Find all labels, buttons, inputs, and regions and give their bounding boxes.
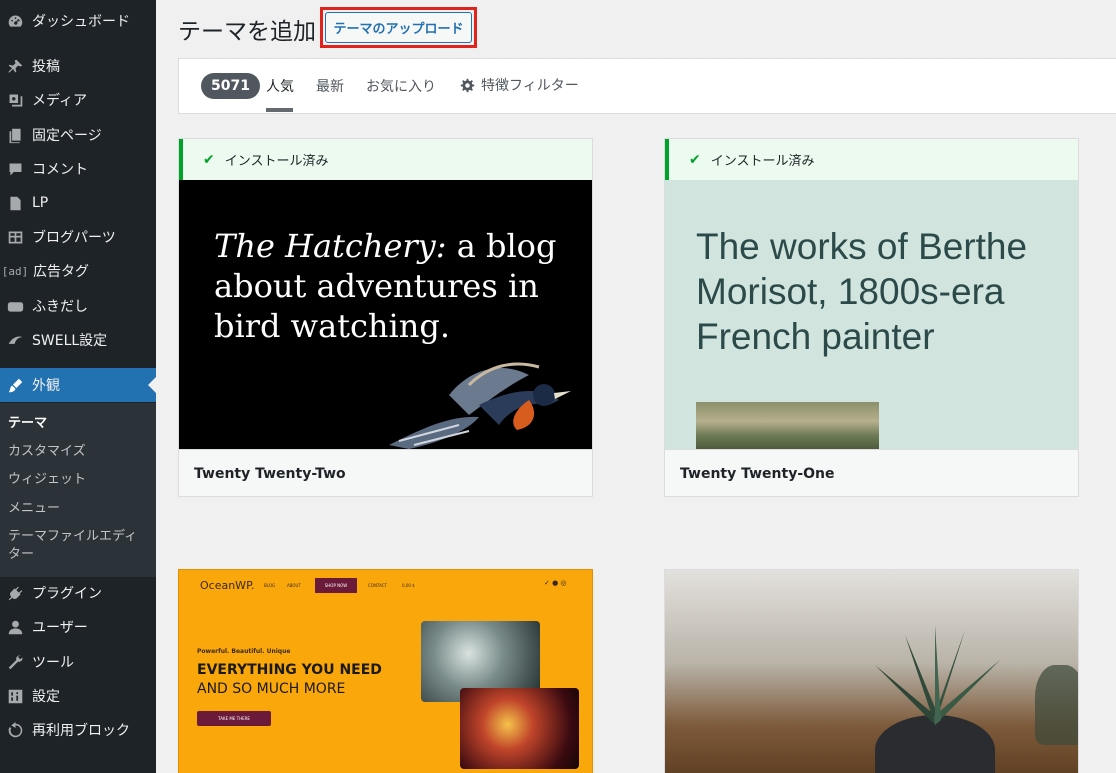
- feature-filter-button[interactable]: 特徴フィルター: [460, 75, 579, 95]
- submenu-item-theme-file-editor[interactable]: テーマファイルエディター: [8, 528, 150, 564]
- sidebar-item-label: ふきだし: [32, 299, 88, 315]
- sidebar-item-label: 投稿: [32, 59, 60, 75]
- comment-icon: [5, 159, 25, 179]
- settings-icon: [5, 686, 25, 706]
- ad-icon: [ad]: [1, 264, 29, 278]
- sidebar-item-posts[interactable]: 投稿: [0, 49, 156, 83]
- reuse-icon: [5, 720, 25, 740]
- sidebar-item-media[interactable]: メディア: [0, 83, 156, 117]
- sidebar-item-label: SWELL設定: [32, 333, 108, 349]
- sidebar-item-settings[interactable]: 設定: [0, 679, 156, 713]
- bird-illustration: [389, 362, 571, 449]
- theme-card-plant-photo[interactable]: [664, 569, 1079, 773]
- theme-card-twenty-twenty-one[interactable]: ✔ インストール済み The works of Berthe Morisot, …: [664, 138, 1079, 497]
- tab-latest[interactable]: 最新: [316, 76, 344, 96]
- submenu-item-customize[interactable]: カスタマイズ: [8, 443, 150, 461]
- theme-screenshot: The Hatchery: a blog about adventures in…: [179, 180, 592, 449]
- grid-icon: [5, 227, 25, 247]
- sidebar-item-tools[interactable]: ツール: [0, 645, 156, 679]
- theme-count-badge: 5071: [201, 73, 260, 99]
- sidebar-item-label: 再利用ブロック: [32, 723, 130, 739]
- preview-text: The Hatchery: a blog about adventures in…: [214, 227, 557, 345]
- upload-theme-button[interactable]: テーマのアップロード: [325, 12, 472, 43]
- tab-popular[interactable]: 人気: [266, 76, 294, 96]
- installed-notice: ✔ インストール済み: [179, 139, 592, 180]
- checkmark-icon: ✔: [689, 151, 701, 168]
- submenu-item-menus[interactable]: メニュー: [8, 500, 150, 518]
- dashboard-icon: [5, 11, 25, 31]
- sidebar-item-label: ユーザー: [32, 620, 88, 636]
- sidebar-item-dashboard[interactable]: ダッシュボード: [0, 4, 156, 38]
- sidebar-item-label: コメント: [32, 162, 88, 178]
- sidebar-item-comments[interactable]: コメント: [0, 152, 156, 186]
- tab-favorites[interactable]: お気に入り: [366, 76, 436, 96]
- sidebar-item-users[interactable]: ユーザー: [0, 610, 156, 644]
- theme-card-oceanwp[interactable]: OceanWP. BLOG ABOUT SHOP NOW CONTACT 0,0…: [178, 569, 593, 773]
- sidebar-item-plugins[interactable]: プラグイン: [0, 576, 156, 610]
- theme-filter-bar: 5071 人気 最新 お気に入り 特徴フィルター: [178, 58, 1116, 114]
- theme-screenshot: [665, 570, 1078, 773]
- theme-name: Twenty Twenty-One: [665, 449, 1078, 496]
- theme-screenshot: OceanWP. BLOG ABOUT SHOP NOW CONTACT 0,0…: [179, 570, 592, 773]
- user-icon: [5, 617, 25, 637]
- theme-name: Twenty Twenty-Two: [179, 449, 592, 496]
- sidebar-item-ad-tags[interactable]: [ad] 広告タグ: [0, 254, 156, 288]
- media-icon: [5, 90, 25, 110]
- sidebar-item-reusable-blocks[interactable]: 再利用ブロック: [0, 713, 156, 747]
- background-plant: [1035, 665, 1078, 745]
- theme-screenshot: The works of Berthe Morisot, 1800s-era F…: [665, 180, 1078, 449]
- page-icon: [5, 125, 25, 145]
- sidebar-item-label: LP: [32, 195, 49, 211]
- submenu-item-widgets[interactable]: ウィジェット: [8, 471, 150, 489]
- appearance-submenu: テーマ カスタマイズ ウィジェット メニュー テーマファイルエディター: [0, 403, 156, 577]
- submenu-item-themes[interactable]: テーマ: [8, 415, 150, 433]
- checkmark-icon: ✔: [203, 151, 215, 168]
- sidebar-item-swell-settings[interactable]: SWELL設定: [0, 323, 156, 357]
- sidebar-item-label: プラグイン: [32, 586, 102, 602]
- speech-bubble-icon: [5, 296, 25, 316]
- pin-icon: [5, 56, 25, 76]
- sidebar-item-label: ブログパーツ: [32, 230, 116, 246]
- succulent-plant: [875, 625, 1000, 725]
- document-icon: [5, 193, 25, 213]
- fireworks-photo: [460, 688, 579, 769]
- plugin-icon: [5, 583, 25, 603]
- admin-sidebar: ダッシュボード 投稿 メディア 固定ページ コメント LP ブログパーツ [ad…: [0, 0, 156, 773]
- sidebar-item-label: 外観: [32, 378, 60, 394]
- sidebar-item-lp[interactable]: LP: [0, 186, 156, 220]
- swell-icon: [5, 330, 25, 350]
- oceanwp-logo: OceanWP.: [200, 579, 255, 592]
- installed-notice: ✔ インストール済み: [665, 139, 1078, 180]
- sidebar-item-fukidashi[interactable]: ふきだし: [0, 289, 156, 323]
- sidebar-item-pages[interactable]: 固定ページ: [0, 118, 156, 152]
- page-title: テーマを追加: [178, 19, 316, 45]
- sidebar-item-label: 設定: [32, 689, 60, 705]
- painting-thumbnail: [696, 402, 879, 449]
- gear-icon: [460, 78, 475, 92]
- social-icons: ✓ ● ◎: [544, 579, 567, 587]
- wrench-icon: [5, 652, 25, 672]
- active-tab-indicator: [266, 108, 293, 112]
- theme-card-twenty-twenty-two[interactable]: ✔ インストール済み The Hatchery: a blog about ad…: [178, 138, 593, 497]
- sidebar-item-label: 固定ページ: [32, 128, 102, 144]
- preview-text: The works of Berthe Morisot, 1800s-era F…: [696, 226, 1028, 357]
- sidebar-item-blog-parts[interactable]: ブログパーツ: [0, 220, 156, 254]
- sidebar-item-label: ツール: [32, 655, 74, 671]
- sidebar-item-label: 広告タグ: [33, 264, 89, 280]
- sidebar-item-appearance[interactable]: 外観: [0, 368, 156, 402]
- sidebar-item-label: メディア: [32, 93, 88, 109]
- paintbrush-icon: [5, 375, 25, 395]
- sidebar-item-label: ダッシュボード: [32, 14, 130, 30]
